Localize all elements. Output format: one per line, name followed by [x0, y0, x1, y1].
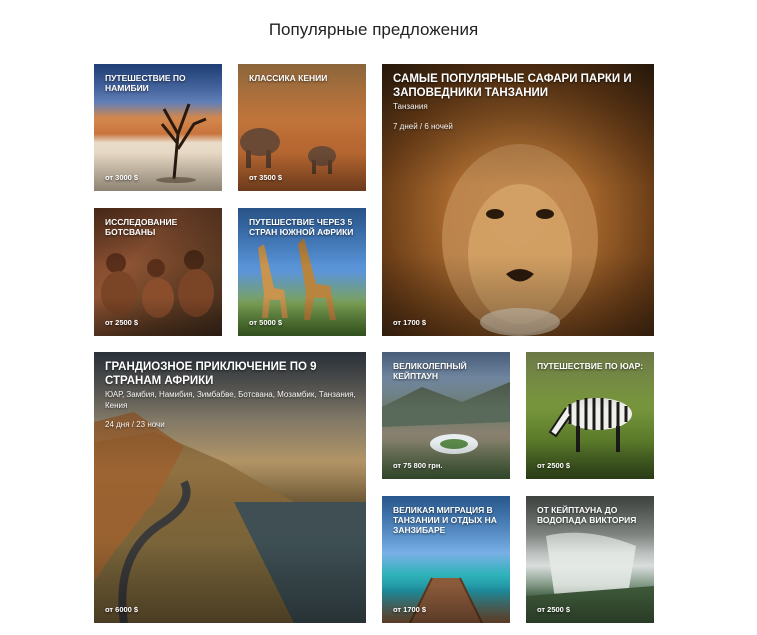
tour-title: САМЫЕ ПОПУЛЯРНЫЕ САФАРИ ПАРКИ И ЗАПОВЕДН… [393, 73, 632, 99]
tour-price: от 1700 $ [393, 605, 427, 614]
tour-title: ПУТЕШЕСТВИЕ ПО НАМИБИИ [105, 73, 186, 94]
tour-title: ВЕЛИКАЯ МИГРАЦИЯ В ТАНЗАНИИ И ОТДЫХ НА З… [393, 505, 497, 536]
tour-card-southern-africa[interactable]: ПУТЕШЕСТВИЕ ЧЕРЕЗ 5 СТРАН ЮЖНОЙ АФРИКИ о… [238, 208, 366, 336]
tour-card-tanzania[interactable]: САМЫЕ ПОПУЛЯРНЫЕ САФАРИ ПАРКИ И ЗАПОВЕДН… [382, 64, 654, 336]
tour-card-victoria-falls[interactable]: ОТ КЕЙПТАУНА ДО ВОДОПАДА ВИКТОРИЯ от 250… [526, 496, 654, 623]
tour-price: от 5000 $ [249, 318, 283, 327]
tour-card-migration-zanzibar[interactable]: ВЕЛИКАЯ МИГРАЦИЯ В ТАНЗАНИИ И ОТДЫХ НА З… [382, 496, 510, 623]
tour-title: ИССЛЕДОВАНИЕ БОТСВАНЫ [105, 217, 178, 238]
tour-price: от 2500 $ [537, 461, 571, 470]
tour-title: ПУТЕШЕСТВИЕ ПО ЮАР: [537, 361, 644, 371]
tour-countries: ЮАР, Замбия, Намибия, Зимбабве, Ботсвана… [105, 390, 356, 410]
tour-price: от 3000 $ [105, 173, 139, 182]
tour-title: ПУТЕШЕСТВИЕ ЧЕРЕЗ 5 СТРАН ЮЖНОЙ АФРИКИ [249, 217, 354, 238]
tour-card-botswana[interactable]: ИССЛЕДОВАНИЕ БОТСВАНЫ от 2500 $ [94, 208, 222, 336]
tour-country: Танзания [393, 102, 428, 111]
tour-price: от 75 800 грн. [393, 461, 443, 470]
tour-title: ВЕЛИКОЛЕПНЫЙ КЕЙПТАУН [393, 361, 467, 382]
tour-card-kenya[interactable]: КЛАССИКА КЕНИИ от 3500 $ [238, 64, 366, 191]
tour-price: от 1700 $ [393, 318, 427, 327]
tour-card-south-africa[interactable]: ПУТЕШЕСТВИЕ ПО ЮАР: от 2500 $ [526, 352, 654, 479]
tour-title: ОТ КЕЙПТАУНА ДО ВОДОПАДА ВИКТОРИЯ [537, 505, 637, 526]
page-title: Популярные предложения [268, 20, 479, 39]
tour-price: от 6000 $ [105, 605, 139, 614]
tour-card-namibia[interactable]: ПУТЕШЕСТВИЕ ПО НАМИБИИ от 3000 $ [94, 64, 222, 191]
tour-card-cape-town[interactable]: ВЕЛИКОЛЕПНЫЙ КЕЙПТАУН от 75 800 грн. [382, 352, 510, 479]
tour-price: от 2500 $ [537, 605, 571, 614]
tour-title: ГРАНДИОЗНОЕ ПРИКЛЮЧЕНИЕ ПО 9 СТРАНАМ АФР… [105, 361, 317, 387]
tour-price: от 3500 $ [249, 173, 283, 182]
tour-price: от 2500 $ [105, 318, 139, 327]
tour-title: КЛАССИКА КЕНИИ [249, 73, 328, 83]
tour-duration: 7 дней / 6 ночей [393, 122, 453, 131]
tour-card-9-countries[interactable]: ГРАНДИОЗНОЕ ПРИКЛЮЧЕНИЕ ПО 9 СТРАНАМ АФР… [94, 352, 366, 623]
tour-duration: 24 дня / 23 ночи [105, 420, 165, 429]
